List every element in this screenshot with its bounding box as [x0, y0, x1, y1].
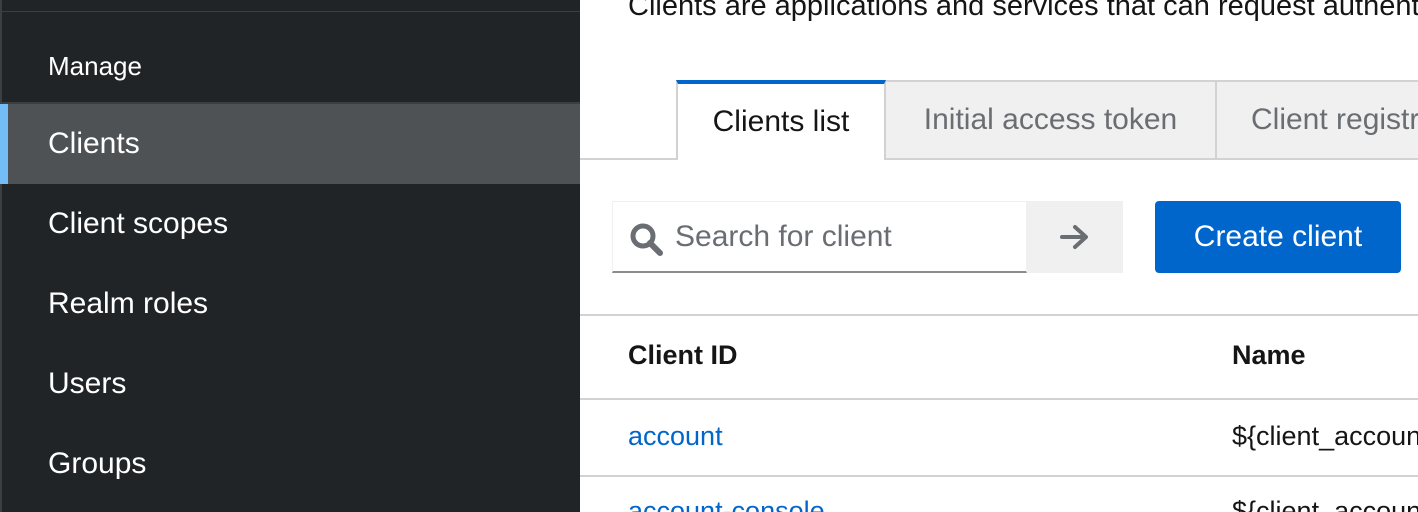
- sidebar-item-users[interactable]: Users: [0, 344, 580, 424]
- app-root: Manage Clients Client scopes Realm roles…: [0, 0, 1418, 512]
- sidebar-item-label: Groups: [48, 447, 147, 480]
- main-content: Clients are applications and services th…: [580, 0, 1418, 512]
- table-row-divider: [580, 475, 1418, 477]
- sidebar-item-label: Users: [48, 367, 127, 400]
- search-group: [612, 201, 1123, 273]
- sidebar-item-label: Client scopes: [48, 207, 229, 240]
- search-submit-button[interactable]: [1027, 201, 1123, 273]
- sidebar-divider: [0, 11, 580, 12]
- sidebar-item-realm-roles[interactable]: Realm roles: [0, 264, 580, 344]
- client-id-link[interactable]: account: [628, 421, 723, 452]
- tab-clients-list[interactable]: Clients list: [676, 80, 886, 160]
- nav-group-title-manage: Manage: [48, 51, 142, 81]
- toolbar-divider: [580, 314, 1418, 316]
- column-header-client-id[interactable]: Client ID: [628, 340, 738, 371]
- sidebar-item-groups[interactable]: Groups: [0, 424, 580, 504]
- sidebar-item-label: Clients: [48, 127, 140, 160]
- search-box: [612, 201, 1027, 273]
- search-input[interactable]: [675, 202, 1015, 272]
- sidebar-item-client-scopes[interactable]: Client scopes: [0, 184, 580, 264]
- client-name-cell: ${client_account}: [1232, 421, 1418, 451]
- sidebar-item-label: Realm roles: [48, 287, 209, 320]
- page-description: Clients are applications and services th…: [628, 0, 1418, 22]
- tab-label: Clients list: [712, 105, 850, 138]
- sidebar-item-clients[interactable]: Clients: [0, 104, 580, 184]
- sidebar-nav: Manage Clients Client scopes Realm roles…: [0, 0, 580, 512]
- client-name-cell: ${client_account-console}: [1232, 496, 1418, 512]
- tab-client-registration[interactable]: Client registration: [1217, 80, 1418, 160]
- create-client-button[interactable]: Create client: [1155, 201, 1401, 273]
- table-header-divider: [580, 398, 1418, 400]
- client-id-link[interactable]: account-console: [628, 496, 825, 512]
- tab-label: Initial access token: [923, 103, 1178, 136]
- arrow-right-icon: [1060, 225, 1088, 249]
- column-header-name[interactable]: Name: [1232, 340, 1306, 371]
- tab-label: Client registration: [1251, 103, 1418, 136]
- tab-initial-access-token[interactable]: Initial access token: [886, 80, 1217, 160]
- search-icon: [630, 223, 663, 256]
